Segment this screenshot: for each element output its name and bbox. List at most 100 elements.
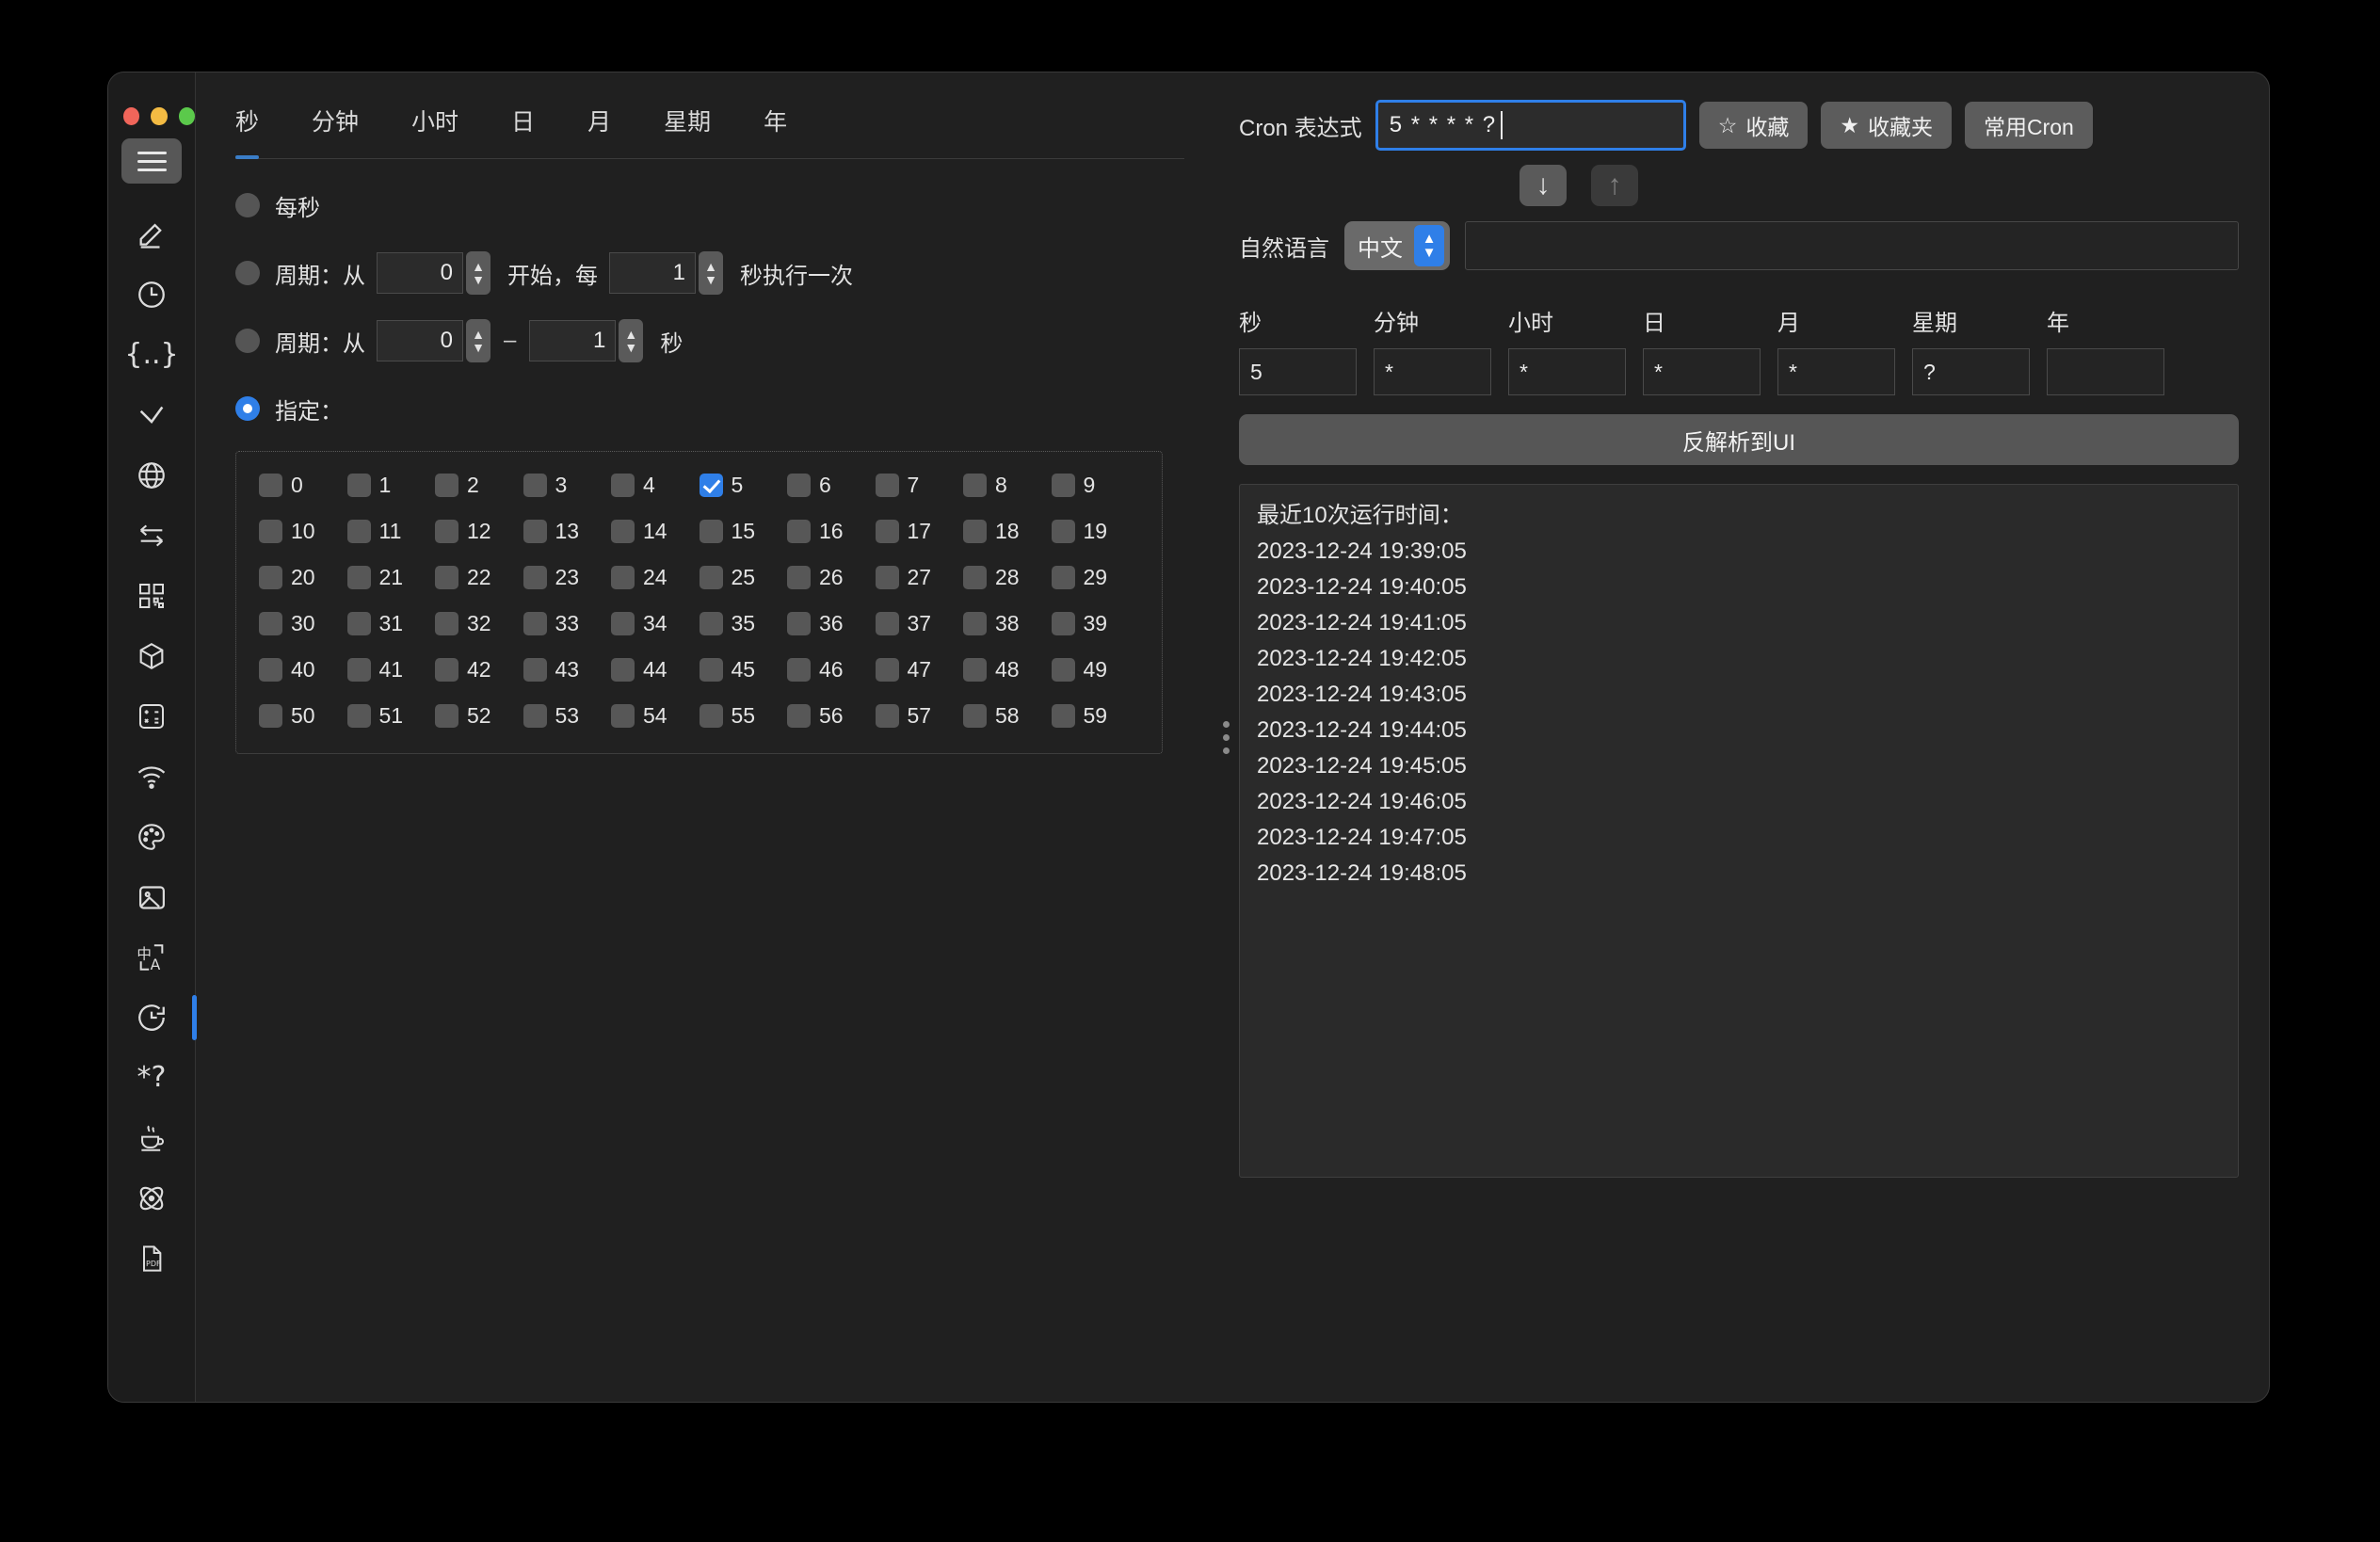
checkbox-8[interactable] [963, 474, 987, 497]
checkbox-22[interactable] [435, 566, 458, 589]
interval-step-stepper[interactable]: ▲ ▼ [699, 251, 723, 295]
field-input-weekday[interactable]: ? [1912, 348, 2030, 395]
grid-cell-48[interactable]: 48 [963, 657, 1052, 683]
checkbox-23[interactable] [523, 566, 547, 589]
grid-cell-11[interactable]: 11 [347, 519, 436, 544]
sidebar-item-palette[interactable] [108, 807, 196, 867]
grid-cell-37[interactable]: 37 [876, 611, 964, 636]
checkbox-31[interactable] [347, 612, 371, 635]
grid-cell-43[interactable]: 43 [523, 657, 612, 683]
checkbox-25[interactable] [700, 566, 723, 589]
grid-cell-38[interactable]: 38 [963, 611, 1052, 636]
checkbox-26[interactable] [787, 566, 811, 589]
sidebar-item-translate[interactable]: 中 A [108, 927, 196, 988]
sidebar-item-pdf[interactable]: PDF [108, 1229, 196, 1289]
checkbox-41[interactable] [347, 658, 371, 682]
grid-cell-21[interactable]: 21 [347, 565, 436, 590]
grid-cell-4[interactable]: 4 [611, 473, 700, 498]
checkbox-43[interactable] [523, 658, 547, 682]
hamburger-menu-button[interactable] [121, 138, 182, 184]
tab-minutes[interactable]: 分钟 [312, 99, 383, 158]
checkbox-58[interactable] [963, 704, 987, 728]
checkbox-29[interactable] [1052, 566, 1075, 589]
checkbox-49[interactable] [1052, 658, 1075, 682]
apply-up-button[interactable]: ↑ [1591, 165, 1638, 206]
apply-down-button[interactable]: ↓ [1520, 165, 1567, 206]
checkbox-55[interactable] [700, 704, 723, 728]
grid-cell-14[interactable]: 14 [611, 519, 700, 544]
checkbox-10[interactable] [259, 520, 282, 543]
checkbox-30[interactable] [259, 612, 282, 635]
grid-cell-52[interactable]: 52 [435, 703, 523, 729]
checkbox-36[interactable] [787, 612, 811, 635]
interval-from-stepper[interactable]: ▲ ▼ [466, 251, 490, 295]
checkbox-17[interactable] [876, 520, 899, 543]
checkbox-19[interactable] [1052, 520, 1075, 543]
checkbox-52[interactable] [435, 704, 458, 728]
range-to-input[interactable]: 1 [529, 320, 616, 361]
grid-cell-13[interactable]: 13 [523, 519, 612, 544]
checkbox-3[interactable] [523, 474, 547, 497]
field-input-minutes[interactable]: * [1374, 348, 1491, 395]
checkbox-48[interactable] [963, 658, 987, 682]
grid-cell-25[interactable]: 25 [700, 565, 788, 590]
checkbox-1[interactable] [347, 474, 371, 497]
grid-cell-16[interactable]: 16 [787, 519, 876, 544]
sidebar-item-pencil[interactable] [108, 204, 196, 265]
checkbox-53[interactable] [523, 704, 547, 728]
grid-cell-27[interactable]: 27 [876, 565, 964, 590]
parse-to-ui-button[interactable]: 反解析到UI [1239, 414, 2239, 465]
checkbox-34[interactable] [611, 612, 635, 635]
grid-cell-2[interactable]: 2 [435, 473, 523, 498]
grid-cell-24[interactable]: 24 [611, 565, 700, 590]
checkbox-4[interactable] [611, 474, 635, 497]
grid-cell-6[interactable]: 6 [787, 473, 876, 498]
radio-specific[interactable] [235, 396, 260, 421]
grid-cell-23[interactable]: 23 [523, 565, 612, 590]
checkbox-57[interactable] [876, 704, 899, 728]
sidebar-item-cube[interactable] [108, 626, 196, 686]
tab-weekday[interactable]: 星期 [664, 99, 735, 158]
sidebar-item-regex[interactable]: *? [108, 1048, 196, 1108]
field-input-day[interactable]: * [1643, 348, 1761, 395]
tab-hours[interactable]: 小时 [411, 99, 483, 158]
checkbox-38[interactable] [963, 612, 987, 635]
favorites-list-button[interactable]: ★ 收藏夹 [1821, 102, 1952, 149]
grid-cell-33[interactable]: 33 [523, 611, 612, 636]
field-input-month[interactable]: * [1777, 348, 1895, 395]
checkbox-16[interactable] [787, 520, 811, 543]
grid-cell-50[interactable]: 50 [259, 703, 347, 729]
close-button[interactable] [123, 107, 139, 125]
cron-expression-input[interactable]: 5 * * * * ? [1375, 100, 1686, 151]
grid-cell-0[interactable]: 0 [259, 473, 347, 498]
checkbox-11[interactable] [347, 520, 371, 543]
checkbox-21[interactable] [347, 566, 371, 589]
checkbox-7[interactable] [876, 474, 899, 497]
grid-cell-3[interactable]: 3 [523, 473, 612, 498]
grid-cell-36[interactable]: 36 [787, 611, 876, 636]
checkbox-35[interactable] [700, 612, 723, 635]
checkbox-45[interactable] [700, 658, 723, 682]
grid-cell-51[interactable]: 51 [347, 703, 436, 729]
sidebar-item-globe[interactable] [108, 445, 196, 506]
checkbox-47[interactable] [876, 658, 899, 682]
grid-cell-7[interactable]: 7 [876, 473, 964, 498]
grid-cell-10[interactable]: 10 [259, 519, 347, 544]
field-input-hours[interactable]: * [1508, 348, 1626, 395]
grid-cell-5[interactable]: 5 [700, 473, 788, 498]
grid-cell-47[interactable]: 47 [876, 657, 964, 683]
grid-cell-32[interactable]: 32 [435, 611, 523, 636]
grid-cell-12[interactable]: 12 [435, 519, 523, 544]
grid-cell-20[interactable]: 20 [259, 565, 347, 590]
checkbox-5[interactable] [700, 474, 723, 497]
checkbox-32[interactable] [435, 612, 458, 635]
grid-cell-17[interactable]: 17 [876, 519, 964, 544]
radio-range[interactable] [235, 329, 260, 353]
sidebar-item-image[interactable] [108, 867, 196, 927]
tab-seconds[interactable]: 秒 [235, 99, 283, 158]
grid-cell-1[interactable]: 1 [347, 473, 436, 498]
common-cron-button[interactable]: 常用Cron [1965, 102, 2093, 149]
grid-cell-35[interactable]: 35 [700, 611, 788, 636]
sidebar-item-wifi[interactable] [108, 747, 196, 807]
checkbox-37[interactable] [876, 612, 899, 635]
